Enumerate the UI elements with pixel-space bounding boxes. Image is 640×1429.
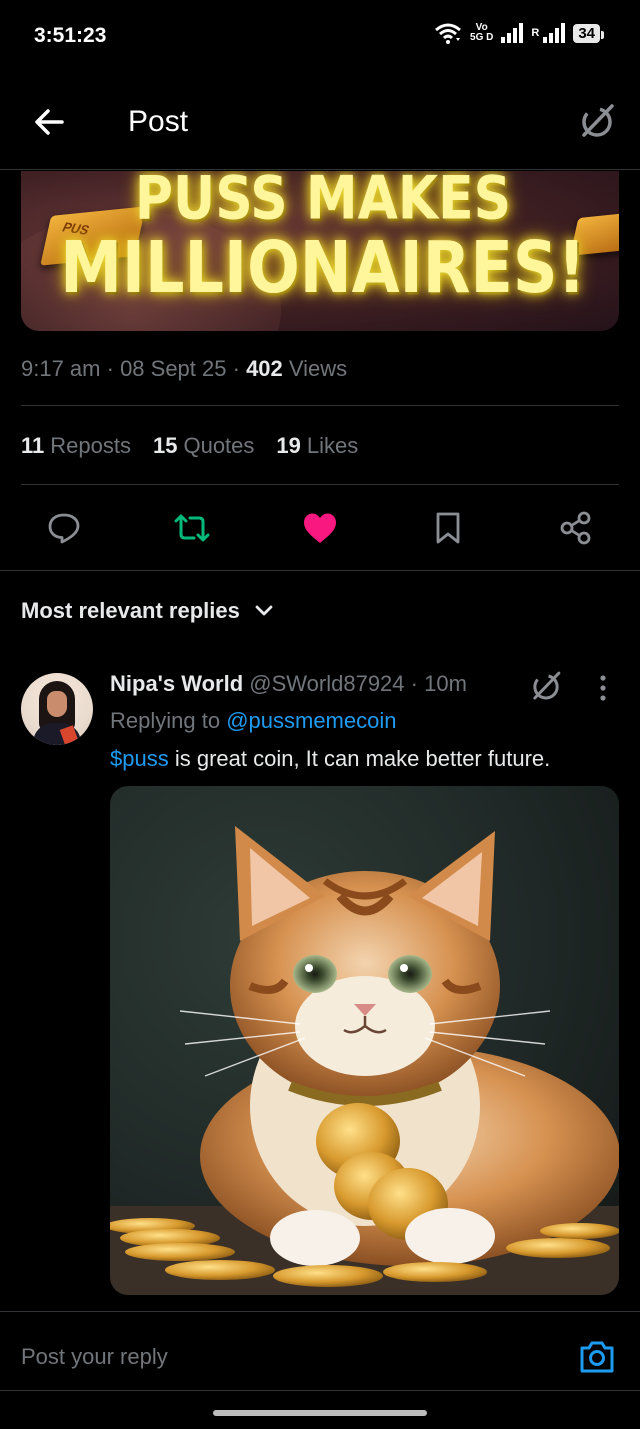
comment-icon [48,513,80,544]
avatar[interactable] [21,673,93,745]
battery-icon: 34 [573,23,604,43]
share-icon [560,511,591,545]
post-action-bar [0,498,640,558]
battery-level: 34 [578,24,595,42]
divider [21,405,619,406]
quotes-label: Quotes [183,433,255,458]
signal-icon [501,23,524,43]
reply-more-button[interactable] [590,672,616,704]
more-vertical-icon [600,675,606,701]
reply-sep: · [404,671,425,696]
grok-icon [533,671,561,700]
bookmark-icon [436,512,460,544]
back-button[interactable] [30,102,70,142]
divider [21,484,619,485]
post-date: 08 Sept 25 [120,356,227,381]
divider [0,1390,640,1391]
quotes-count: 15 [152,433,178,458]
repost-icon [174,514,210,542]
reposts-stat[interactable]: 11 Reposts [21,433,131,459]
heart-icon [304,513,336,543]
camera-icon [580,1341,614,1373]
wifi-icon [435,23,461,44]
reply-time: 10m [424,671,467,696]
status-bar: 3:51:23 Vo 5G D R 34 [0,0,640,72]
roaming-indicator: R [531,27,540,39]
reply-button[interactable] [44,508,84,548]
page-title: Post [128,105,189,138]
meta-sep: · [100,356,121,381]
reply-grok-button[interactable] [528,668,564,704]
divider [0,570,640,571]
reply-image[interactable] [110,786,619,1295]
replying-prefix: Replying to [110,708,227,733]
meta-sep: · [226,356,247,381]
divider [0,1311,640,1312]
grok-button[interactable] [576,100,618,142]
likes-label: Likes [306,433,359,458]
reply-text-body: is great coin, It can make better future… [168,746,551,771]
post-time: 9:17 am [21,356,101,381]
cat-with-coins-image [110,826,619,1295]
likes-count: 19 [276,433,301,458]
home-indicator[interactable] [213,1410,427,1416]
reply-author-name[interactable]: Nipa's World [110,671,243,696]
avatar-face [47,691,67,717]
post-image-banner[interactable]: PUS PUSS MAKES MILLIONAIRES! [21,171,619,331]
arrow-left-icon [35,109,64,135]
reply-header: Nipa's World @SWorld87924 · 10m [110,671,467,697]
post-stats: 11 Reposts 15 Quotes 19 Likes [21,433,358,459]
like-button[interactable] [300,508,340,548]
signal-icon [543,23,566,43]
replying-to-link[interactable]: @pussmemecoin [226,708,396,733]
app-header: Post [0,72,640,170]
camera-button[interactable] [578,1338,616,1376]
share-button[interactable] [556,508,596,548]
replying-to: Replying to @pussmemecoin [110,708,396,734]
bookmark-button[interactable] [428,508,468,548]
volte-indicator: Vo 5G D [470,23,493,43]
cashtag-link[interactable]: $puss [110,746,169,771]
likes-stat[interactable]: 19 Likes [276,433,358,459]
status-time: 3:51:23 [34,24,107,47]
grok-icon [582,104,614,137]
replies-sort-label: Most relevant replies [21,598,240,623]
chevron-down-icon [255,605,273,616]
repost-button[interactable] [172,508,212,548]
reply-composer-input[interactable] [21,1344,501,1370]
status-icons: Vo 5G D R 34 [434,22,604,44]
banner-headline-2: MILLIONAIRES! [60,225,586,310]
reply-author-handle[interactable]: @SWorld87924 [243,671,404,696]
post-meta: 9:17 am · 08 Sept 25 · 402 Views [21,356,347,382]
views-label: Views [282,356,348,381]
reply-text: $puss is great coin, It can make better … [110,746,550,772]
replies-sort-dropdown[interactable]: Most relevant replies [21,598,274,624]
banner-headline-1: PUSS MAKES [134,171,512,234]
quotes-stat[interactable]: 15 Quotes [153,433,254,459]
volte-bottom: 5G D [470,32,494,43]
views-count[interactable]: 402 [246,356,283,381]
reposts-count: 11 [21,433,45,458]
reposts-label: Reposts [50,433,131,458]
